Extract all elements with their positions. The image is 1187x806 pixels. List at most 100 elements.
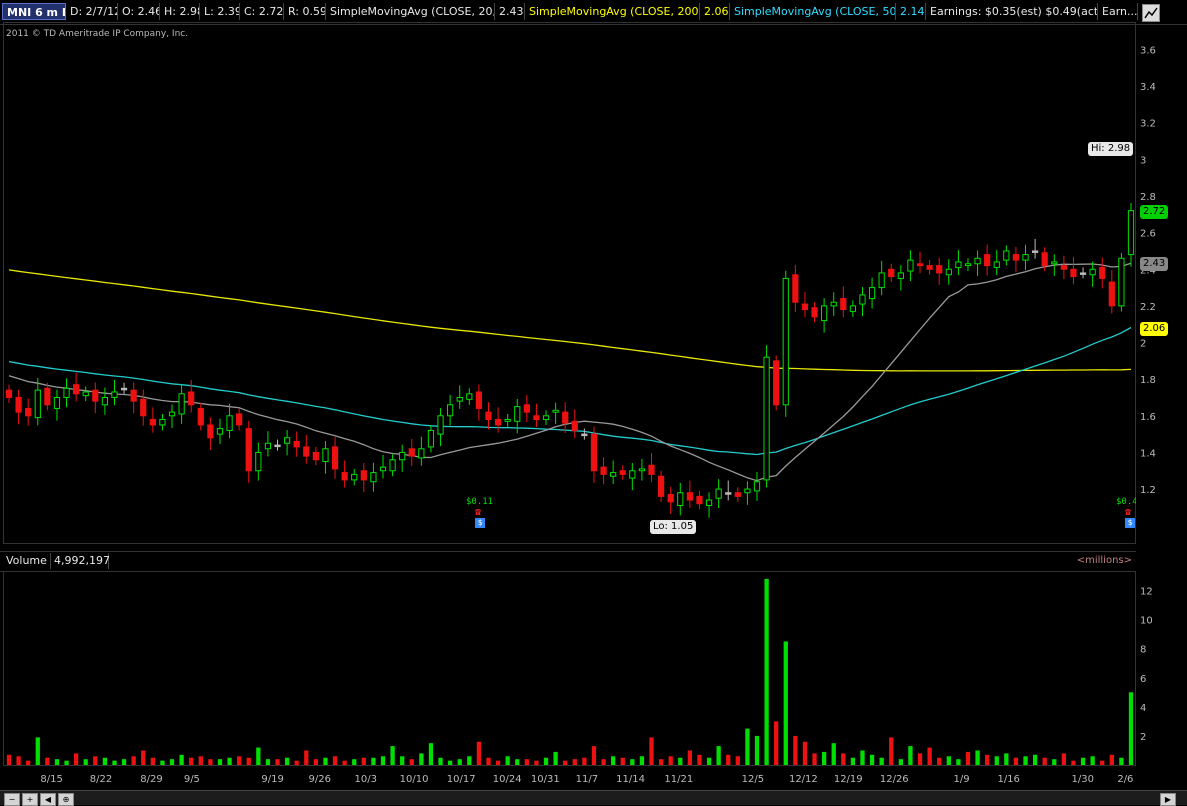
crosshair-icon[interactable]: ⊕ <box>58 793 74 806</box>
volume-bar <box>563 760 568 765</box>
volume-bar <box>275 759 280 765</box>
date-axis-tick: 2/6 <box>1117 774 1133 785</box>
volume-bar <box>486 757 491 765</box>
volume-bar <box>927 747 932 765</box>
date-axis-tick: 8/15 <box>40 774 62 785</box>
volume-bar <box>457 759 462 765</box>
date-axis-tick: 12/19 <box>834 774 863 785</box>
volume-bar <box>630 759 635 765</box>
volume-bar <box>985 754 990 765</box>
volume-bar <box>620 757 625 765</box>
volume-bar <box>658 759 664 765</box>
date-axis-tick: 1/9 <box>954 774 970 785</box>
volume-bar <box>1052 759 1057 765</box>
volume-bar <box>831 743 836 765</box>
volume-bar <box>505 756 510 765</box>
volume-bar <box>639 756 645 765</box>
date-axis-tick: 12/26 <box>880 774 909 785</box>
volume-bar <box>726 754 731 765</box>
volume-bar <box>1061 753 1067 765</box>
volume-bar <box>1071 760 1076 765</box>
volume-bar <box>304 750 309 765</box>
volume-bar <box>284 757 290 765</box>
volume-bar <box>591 746 597 765</box>
volume-bar <box>400 756 405 765</box>
scroll-right-icon[interactable]: ▶ <box>1160 793 1176 806</box>
volume-bar <box>754 735 760 765</box>
volume-axis-tick: 6 <box>1140 674 1146 685</box>
volume-bar <box>131 756 136 765</box>
volume-bar <box>764 578 769 765</box>
volume-bar <box>908 746 913 765</box>
volume-bar <box>390 746 395 765</box>
volume-bar <box>160 760 165 765</box>
volume-bar <box>994 756 999 765</box>
date-axis-tick: 1/30 <box>1072 774 1094 785</box>
volume-bar <box>611 756 616 765</box>
date-axis-tick: 12/12 <box>789 774 818 785</box>
date-axis-tick: 10/17 <box>447 774 476 785</box>
volume-bar <box>1109 754 1114 765</box>
date-axis-tick: 11/21 <box>664 774 693 785</box>
volume-bar <box>217 759 223 765</box>
volume-bar <box>879 757 884 765</box>
volume-bar <box>447 760 453 765</box>
volume-bar <box>208 759 213 765</box>
volume-axis-tick: 12 <box>1140 587 1153 598</box>
volume-chart[interactable]: 8/15 8/22 8/29 9/5 9/19 9/26 10/3 10/10 10/17 10/… <box>0 0 1187 804</box>
volume-bar <box>869 754 875 765</box>
volume-bar <box>582 757 587 765</box>
volume-bar <box>793 735 798 765</box>
date-axis-tick: 9/26 <box>309 774 331 785</box>
volume-bar <box>1119 757 1124 765</box>
volume-bar <box>294 760 299 765</box>
volume-bar <box>179 754 184 765</box>
volume-bar <box>946 756 951 765</box>
date-axis-tick: 10/24 <box>493 774 522 785</box>
volume-bar <box>601 759 606 765</box>
volume-bar <box>93 756 98 765</box>
date-axis-tick: 10/10 <box>400 774 429 785</box>
volume-bar <box>572 759 577 765</box>
bottom-scrollbar[interactable]: − + ◀ ⊕ ▶ <box>0 790 1187 806</box>
volume-bar <box>112 760 117 765</box>
volume-bar <box>534 760 539 765</box>
scroll-left-icon[interactable]: ◀ <box>40 793 56 806</box>
volume-axis-tick: 4 <box>1140 703 1146 714</box>
volume-bar <box>697 754 702 765</box>
volume-bar <box>1100 760 1105 765</box>
volume-bar <box>64 760 69 765</box>
volume-bar <box>6 754 12 765</box>
volume-bar <box>54 759 60 765</box>
date-axis-tick: 10/3 <box>355 774 377 785</box>
volume-bar <box>16 756 21 765</box>
volume-bar <box>678 757 683 765</box>
volume-bar <box>371 757 376 765</box>
volume-bar <box>898 759 903 765</box>
volume-bar <box>1013 757 1019 765</box>
zoom-out-icon[interactable]: − <box>4 793 20 806</box>
volume-bar <box>227 757 232 765</box>
volume-bar <box>73 753 79 765</box>
volume-bar <box>189 757 194 765</box>
volume-bar <box>141 750 146 765</box>
volume-bar <box>150 757 155 765</box>
volume-axis-tick: 8 <box>1140 645 1146 656</box>
volume-bar <box>265 759 271 765</box>
volume-bar <box>1080 757 1086 765</box>
zoom-in-icon[interactable]: + <box>22 793 38 806</box>
volume-bar <box>438 757 443 765</box>
volume-bar <box>889 737 894 765</box>
volume-bar <box>956 759 961 765</box>
date-axis-tick: 9/19 <box>261 774 283 785</box>
volume-bar <box>821 751 827 765</box>
volume-bar <box>937 757 942 765</box>
volume-bar <box>841 753 846 765</box>
volume-bar <box>716 746 721 765</box>
volume-bar <box>687 750 693 765</box>
volume-bar <box>409 759 414 765</box>
volume-bar <box>668 756 673 765</box>
date-axis-tick: 8/22 <box>90 774 112 785</box>
volume-bar <box>121 759 127 765</box>
volume-bar <box>649 737 654 765</box>
